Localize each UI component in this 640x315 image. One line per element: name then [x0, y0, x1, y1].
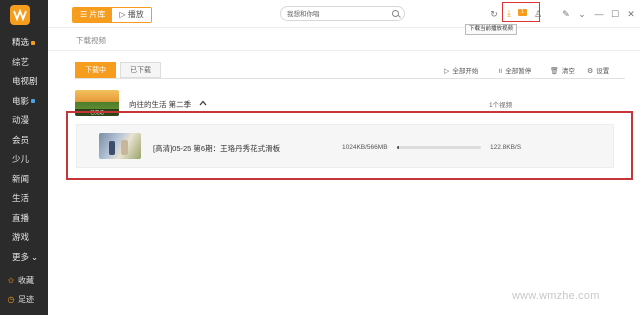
- divider: [48, 50, 640, 51]
- sidebar-item[interactable]: 更多 ⌄: [0, 248, 48, 266]
- sidebar-item[interactable]: 生活: [0, 189, 48, 207]
- start-all-button[interactable]: ▷ 全部开始: [444, 65, 478, 75]
- sidebar-item[interactable]: 精选: [0, 33, 48, 51]
- sidebar-bottom-item[interactable]: ✩ 收藏: [0, 273, 48, 289]
- sidebar-item[interactable]: 动漫: [0, 111, 48, 129]
- clear-label: 清空: [561, 68, 575, 75]
- sidebar-item[interactable]: 游戏: [0, 228, 48, 246]
- video-thumbnail: [99, 133, 141, 159]
- library-tab-label: 片库: [89, 10, 106, 19]
- search-box: [280, 6, 405, 21]
- sidebar-item-label: 生活: [12, 193, 30, 203]
- play-icon: ▷: [119, 10, 126, 19]
- start-all-label: 全部开始: [452, 68, 479, 75]
- sidebar-item-label: 少儿: [12, 154, 30, 164]
- thumb-figure: [121, 140, 128, 155]
- group-count: 1个视频: [489, 102, 513, 109]
- sidebar-item[interactable]: 电影: [0, 92, 48, 110]
- pause-all-label: 全部暂停: [505, 68, 532, 75]
- thumb-figure: [109, 141, 115, 155]
- sidebar-item[interactable]: 少儿: [0, 150, 48, 168]
- logo-icon: [13, 9, 27, 21]
- settings-button[interactable]: ⚙ 设置: [587, 65, 609, 75]
- feedback-icon[interactable]: ✎: [560, 8, 572, 20]
- sidebar-item-label: 综艺: [12, 56, 30, 67]
- gear-icon: ⚙: [587, 68, 594, 75]
- play-tab[interactable]: ▷ 播放: [112, 8, 151, 22]
- pause-icon: ॥: [498, 68, 503, 75]
- download-size: 1024KB/566MB: [342, 144, 388, 151]
- sidebar-item[interactable]: 电视剧: [0, 72, 48, 90]
- video-title: [高清]05-25 第6期：王珞丹秀花式滑板: [153, 144, 281, 153]
- sidebar-item-label: 电视剧: [12, 76, 38, 86]
- download-progress-bar: [397, 146, 481, 149]
- progress-fill: [397, 146, 399, 149]
- search-input[interactable]: [287, 9, 387, 19]
- tab-downloaded[interactable]: 已下载: [120, 62, 161, 78]
- sidebar-item[interactable]: 直播: [0, 209, 48, 227]
- sidebar-item[interactable]: 综艺: [0, 53, 48, 71]
- library-tab[interactable]: ☰ 片库: [73, 8, 113, 22]
- sidebar-item-label: 电影: [12, 95, 30, 106]
- top-bar: ☰ 片库 ▷ 播放 ↻ ⤓ 1 ♙ ✎ ⌄ — ☐ ✕: [48, 0, 640, 28]
- sidebar-item-label: 新闻: [12, 173, 30, 184]
- sidebar-bottom-item[interactable]: ◷ 足迹: [0, 292, 48, 308]
- download-tooltip: 下载当前播放视频: [465, 24, 518, 35]
- menu-icon: ☰: [80, 10, 88, 19]
- refresh-icon[interactable]: ↻: [488, 8, 500, 20]
- sidebar-item-label: 动漫: [12, 115, 30, 125]
- sidebar-bottom-label: 足迹: [18, 295, 34, 304]
- clear-button[interactable]: 🗑 清空: [550, 65, 575, 75]
- collapse-chevron-icon[interactable]: [199, 99, 207, 107]
- chevron-down-icon: ⌄: [31, 251, 39, 262]
- new-badge-icon: [31, 99, 36, 104]
- sidebar-bottom-label: 收藏: [18, 276, 34, 285]
- page-title: 下载视频: [76, 36, 106, 45]
- watermark: www.wmzhe.com: [512, 290, 600, 302]
- download-count-badge: 1: [518, 9, 527, 16]
- sidebar-item[interactable]: 新闻: [0, 170, 48, 188]
- play-icon: ▷: [444, 68, 450, 75]
- sidebar-item[interactable]: 会员: [0, 131, 48, 149]
- sidebar-item-label: 更多: [12, 251, 30, 262]
- view-switch: ☰ 片库 ▷ 播放: [72, 7, 152, 23]
- trash-icon: 🗑: [550, 68, 559, 75]
- tab-downloading[interactable]: 下载中: [75, 62, 116, 78]
- download-speed: 122.8KB/S: [490, 144, 522, 151]
- download-row[interactable]: [高清]05-25 第6期：王珞丹秀花式滑板 1024KB/566MB 122.…: [76, 124, 614, 168]
- play-tab-label: 播放: [127, 10, 144, 19]
- menu-chevron-icon[interactable]: ⌄: [576, 8, 588, 20]
- maximize-icon[interactable]: ☐: [609, 8, 621, 20]
- search-icon[interactable]: [392, 10, 399, 17]
- sidebar-item-label: 会员: [12, 134, 30, 145]
- group-title: 向往的生活 第二季: [129, 100, 192, 109]
- sidebar-item-label: 游戏: [12, 232, 30, 242]
- settings-label: 设置: [596, 68, 610, 75]
- minimize-icon[interactable]: —: [593, 8, 605, 20]
- close-icon[interactable]: ✕: [625, 8, 637, 20]
- download-icon[interactable]: ⤓: [507, 8, 511, 18]
- skin-icon[interactable]: ♙: [532, 8, 544, 20]
- sidebar: 精选综艺电视剧电影动漫会员少儿新闻生活直播游戏更多 ⌄ ✩ 收藏 ◷ 足迹: [0, 0, 48, 315]
- sidebar-item-label: 精选: [12, 37, 30, 47]
- pause-all-button[interactable]: ॥ 全部暂停: [498, 65, 531, 76]
- app-logo[interactable]: [10, 5, 30, 25]
- sidebar-item-label: 直播: [12, 212, 30, 223]
- star-icon: ✩: [7, 276, 15, 285]
- new-badge-icon: [31, 40, 36, 45]
- footprint-icon: ◷: [7, 295, 15, 304]
- tab-underline: [75, 78, 625, 79]
